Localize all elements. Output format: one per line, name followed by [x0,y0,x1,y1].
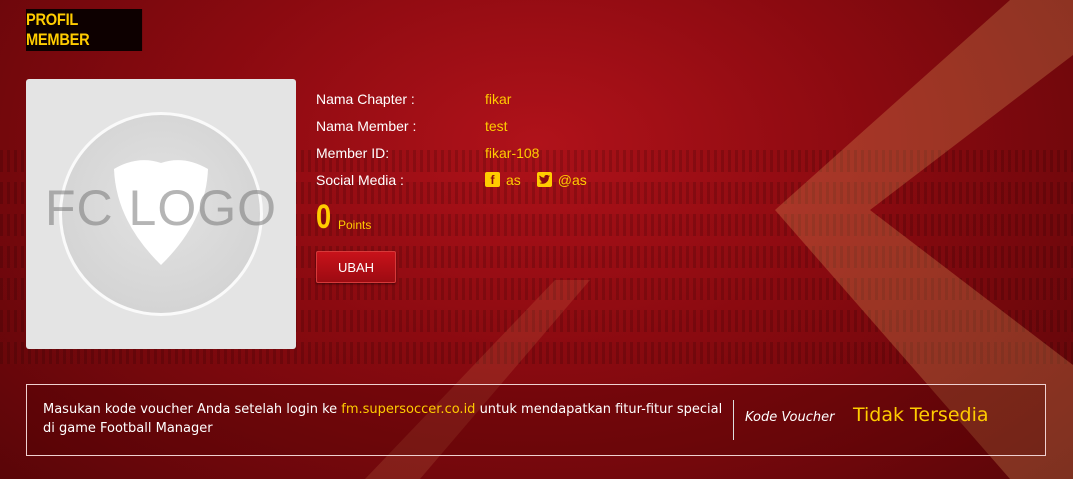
info-row-member: Nama Member : test [316,112,597,139]
voucher-text-before: Masukan kode voucher Anda setelah login … [43,402,342,417]
voucher-code-value: Tidak Tersedia [853,404,989,426]
logo-placeholder-text: FC LOGO [44,180,278,236]
facebook-handle[interactable]: as [506,172,521,188]
page-title: PROFIL MEMBER [26,9,143,51]
twitter-icon[interactable] [536,172,552,187]
twitter-handle[interactable]: @as [558,172,587,188]
social-links: f as @as [485,172,597,188]
voucher-instructions: Masukan kode voucher Anda setelah login … [43,400,723,438]
voucher-panel: Masukan kode voucher Anda setelah login … [26,384,1046,456]
voucher-code-label: Kode Voucher [745,410,835,425]
social-media-label: Social Media : [316,171,404,188]
points-display: 0 Points [316,200,371,234]
info-row-chapter: Nama Chapter : fikar [316,85,597,112]
info-row-social: Social Media : f as @as [316,166,597,193]
member-value: test [485,117,508,134]
voucher-divider [733,400,734,440]
profile-info: Nama Chapter : fikar Nama Member : test … [316,85,597,193]
voucher-site-link[interactable]: fm.supersoccer.co.id [341,402,475,417]
facebook-icon[interactable]: f [485,172,500,187]
chapter-value: fikar [485,90,512,107]
points-value: 0 [316,198,332,236]
points-label: Points [338,218,372,232]
member-id-label: Member ID: [316,144,390,161]
edit-profile-button[interactable]: UBAH [316,251,396,283]
member-id-value: fikar-108 [485,144,540,161]
club-logo-placeholder: FC LOGO [26,79,296,349]
info-row-member-id: Member ID: fikar-108 [316,139,597,166]
member-label: Nama Member : [316,117,417,134]
chapter-label: Nama Chapter : [316,90,415,107]
